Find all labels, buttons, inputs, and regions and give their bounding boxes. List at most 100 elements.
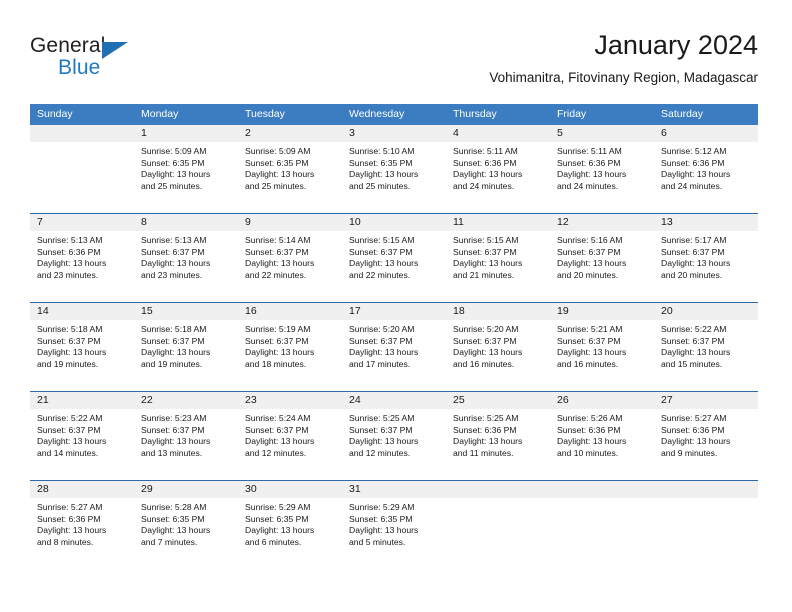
day-cell-27[interactable]: 27 Sunrise: 5:27 AM Sunset: 6:36 PM Dayligh… xyxy=(654,392,758,480)
daylight-text: and 25 minutes. xyxy=(141,180,203,191)
day-cell-6[interactable]: 6 Sunrise: 5:12 AM Sunset: 6:36 PM Daylight… xyxy=(654,125,758,213)
day-cell-3[interactable]: 3 Sunrise: 5:10 AM Sunset: 6:35 PM Daylight… xyxy=(342,125,446,213)
daylight-text: Daylight: 13 hours xyxy=(661,169,731,180)
daylight-text: and 6 minutes. xyxy=(245,536,302,547)
sunrise-text: Sunrise: 5:25 AM xyxy=(453,413,519,423)
day-cell-9[interactable]: 9 Sunrise: 5:14 AM Sunset: 6:37 PM Daylight… xyxy=(238,214,342,302)
daylight-text: Daylight: 13 hours xyxy=(349,169,419,180)
day-cell-11[interactable]: 11 Sunrise: 5:15 AM Sunset: 6:37 PM Dayligh… xyxy=(446,214,550,302)
day-details: Sunrise: 5:13 AM Sunset: 6:36 PM Daylight:… xyxy=(30,231,134,281)
day-cell-23[interactable]: 23 Sunrise: 5:24 AM Sunset: 6:37 PM Dayligh… xyxy=(238,392,342,480)
day-cell-28[interactable]: 28 Sunrise: 5:27 AM Sunset: 6:36 PM Dayligh… xyxy=(30,481,134,569)
day-details: Sunrise: 5:24 AM Sunset: 6:37 PM Daylight:… xyxy=(238,409,342,459)
day-number: 8 xyxy=(134,214,238,231)
day-details: Sunrise: 5:09 AM Sunset: 6:35 PM Daylight:… xyxy=(134,142,238,192)
daylight-text: and 19 minutes. xyxy=(37,358,99,369)
day-cell-5[interactable]: 5 Sunrise: 5:11 AM Sunset: 6:36 PM Daylight… xyxy=(550,125,654,213)
day-cell-29[interactable]: 29 Sunrise: 5:28 AM Sunset: 6:35 PM Dayligh… xyxy=(134,481,238,569)
sunset-text: Sunset: 6:35 PM xyxy=(349,513,413,524)
day-details: Sunrise: 5:22 AM Sunset: 6:37 PM Daylight:… xyxy=(30,409,134,459)
daylight-text: and 20 minutes. xyxy=(661,269,723,280)
day-cell-20[interactable]: 20 Sunrise: 5:22 AM Sunset: 6:37 PM Dayligh… xyxy=(654,303,758,391)
day-number: 7 xyxy=(30,214,134,231)
sunrise-text: Sunrise: 5:14 AM xyxy=(245,235,311,245)
sunset-text: Sunset: 6:35 PM xyxy=(349,157,413,168)
day-number: 16 xyxy=(238,303,342,320)
day-cell-empty xyxy=(550,481,654,569)
day-number: 3 xyxy=(342,125,446,142)
triangle-logo-icon xyxy=(102,42,128,59)
day-number: 1 xyxy=(134,125,238,142)
day-details: Sunrise: 5:09 AM Sunset: 6:35 PM Daylight:… xyxy=(238,142,342,192)
day-cell-12[interactable]: 12 Sunrise: 5:16 AM Sunset: 6:37 PM Dayligh… xyxy=(550,214,654,302)
day-cell-18[interactable]: 18 Sunrise: 5:20 AM Sunset: 6:37 PM Dayligh… xyxy=(446,303,550,391)
day-cell-8[interactable]: 8 Sunrise: 5:13 AM Sunset: 6:37 PM Daylight… xyxy=(134,214,238,302)
day-details: Sunrise: 5:25 AM Sunset: 6:37 PM Daylight:… xyxy=(342,409,446,459)
sunset-text: Sunset: 6:35 PM xyxy=(141,513,205,524)
daylight-text: Daylight: 13 hours xyxy=(661,258,731,269)
daylight-text: Daylight: 13 hours xyxy=(37,258,107,269)
daylight-text: and 24 minutes. xyxy=(661,180,723,191)
page-title: January 2024 xyxy=(594,30,758,60)
daylight-text: Daylight: 13 hours xyxy=(141,347,211,358)
day-cell-13[interactable]: 13 Sunrise: 5:17 AM Sunset: 6:37 PM Dayligh… xyxy=(654,214,758,302)
day-details: Sunrise: 5:27 AM Sunset: 6:36 PM Daylight:… xyxy=(654,409,758,459)
day-number: 20 xyxy=(654,303,758,320)
day-details: Sunrise: 5:16 AM Sunset: 6:37 PM Daylight:… xyxy=(550,231,654,281)
daylight-text: Daylight: 13 hours xyxy=(661,347,731,358)
day-cell-24[interactable]: 24 Sunrise: 5:25 AM Sunset: 6:37 PM Dayligh… xyxy=(342,392,446,480)
day-cell-16[interactable]: 16 Sunrise: 5:19 AM Sunset: 6:37 PM Dayligh… xyxy=(238,303,342,391)
daylight-text: and 18 minutes. xyxy=(245,358,307,369)
day-cell-19[interactable]: 19 Sunrise: 5:21 AM Sunset: 6:37 PM Dayligh… xyxy=(550,303,654,391)
sunset-text: Sunset: 6:37 PM xyxy=(557,335,621,346)
day-number xyxy=(550,481,654,498)
day-number: 29 xyxy=(134,481,238,498)
day-cell-1[interactable]: 1 Sunrise: 5:09 AM Sunset: 6:35 PM Daylight… xyxy=(134,125,238,213)
daylight-text: Daylight: 13 hours xyxy=(245,169,315,180)
calendar-week-row: 21 Sunrise: 5:22 AM Sunset: 6:37 PM Dayligh… xyxy=(30,391,758,480)
weekday-header-thursday: Thursday xyxy=(453,108,497,120)
daylight-text: Daylight: 13 hours xyxy=(141,169,211,180)
day-cell-2[interactable]: 2 Sunrise: 5:09 AM Sunset: 6:35 PM Daylight… xyxy=(238,125,342,213)
daylight-text: and 25 minutes. xyxy=(245,180,307,191)
day-cell-14[interactable]: 14 Sunrise: 5:18 AM Sunset: 6:37 PM Dayligh… xyxy=(30,303,134,391)
day-cell-10[interactable]: 10 Sunrise: 5:15 AM Sunset: 6:37 PM Dayligh… xyxy=(342,214,446,302)
brand-logo[interactable]: General Blue xyxy=(30,34,180,88)
sunrise-text: Sunrise: 5:19 AM xyxy=(245,324,311,334)
day-cell-22[interactable]: 22 Sunrise: 5:23 AM Sunset: 6:37 PM Dayligh… xyxy=(134,392,238,480)
sunset-text: Sunset: 6:37 PM xyxy=(245,424,309,435)
day-cell-31[interactable]: 31 Sunrise: 5:29 AM Sunset: 6:35 PM Dayligh… xyxy=(342,481,446,569)
daylight-text: Daylight: 13 hours xyxy=(245,258,315,269)
day-details: Sunrise: 5:22 AM Sunset: 6:37 PM Daylight:… xyxy=(654,320,758,370)
daylight-text: and 21 minutes. xyxy=(453,269,515,280)
sunrise-text: Sunrise: 5:21 AM xyxy=(557,324,623,334)
sunset-text: Sunset: 6:37 PM xyxy=(453,335,517,346)
sunset-text: Sunset: 6:36 PM xyxy=(37,246,101,257)
day-number xyxy=(446,481,550,498)
day-cell-17[interactable]: 17 Sunrise: 5:20 AM Sunset: 6:37 PM Dayligh… xyxy=(342,303,446,391)
sunset-text: Sunset: 6:35 PM xyxy=(141,157,205,168)
weekday-header-wednesday: Wednesday xyxy=(349,108,405,120)
day-cell-4[interactable]: 4 Sunrise: 5:11 AM Sunset: 6:36 PM Daylight… xyxy=(446,125,550,213)
daylight-text: Daylight: 13 hours xyxy=(37,436,107,447)
day-cell-26[interactable]: 26 Sunrise: 5:26 AM Sunset: 6:36 PM Dayligh… xyxy=(550,392,654,480)
day-cell-7[interactable]: 7 Sunrise: 5:13 AM Sunset: 6:36 PM Daylight… xyxy=(30,214,134,302)
day-cell-21[interactable]: 21 Sunrise: 5:22 AM Sunset: 6:37 PM Dayligh… xyxy=(30,392,134,480)
day-number: 9 xyxy=(238,214,342,231)
day-cell-25[interactable]: 25 Sunrise: 5:25 AM Sunset: 6:36 PM Dayligh… xyxy=(446,392,550,480)
daylight-text: Daylight: 13 hours xyxy=(557,258,627,269)
day-details: Sunrise: 5:17 AM Sunset: 6:37 PM Daylight:… xyxy=(654,231,758,281)
daylight-text: Daylight: 13 hours xyxy=(557,347,627,358)
daylight-text: and 16 minutes. xyxy=(557,358,619,369)
day-cell-15[interactable]: 15 Sunrise: 5:18 AM Sunset: 6:37 PM Dayligh… xyxy=(134,303,238,391)
sunset-text: Sunset: 6:37 PM xyxy=(661,246,725,257)
day-number: 23 xyxy=(238,392,342,409)
sunrise-text: Sunrise: 5:09 AM xyxy=(245,146,311,156)
day-cell-30[interactable]: 30 Sunrise: 5:29 AM Sunset: 6:35 PM Dayligh… xyxy=(238,481,342,569)
day-number: 26 xyxy=(550,392,654,409)
day-number: 21 xyxy=(30,392,134,409)
daylight-text: Daylight: 13 hours xyxy=(453,258,523,269)
title-block: January 2024 Vohimanitra, Fitovinany Reg… xyxy=(489,28,758,88)
sunrise-text: Sunrise: 5:15 AM xyxy=(349,235,415,245)
sunset-text: Sunset: 6:37 PM xyxy=(349,335,413,346)
